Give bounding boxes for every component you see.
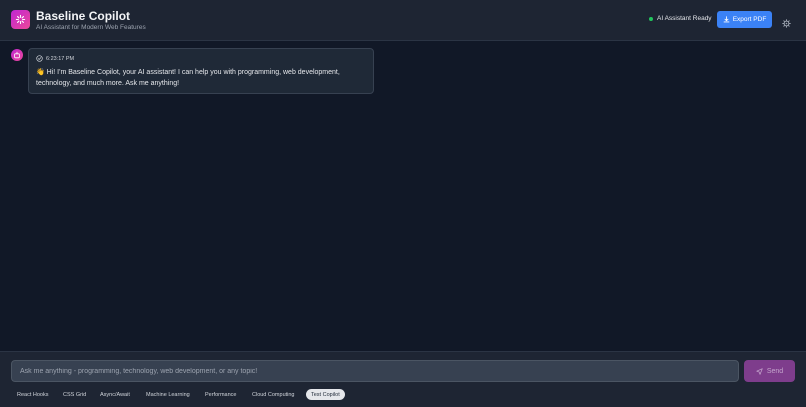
export-pdf-button[interactable]: Export PDF bbox=[717, 11, 772, 28]
app-logo bbox=[11, 10, 30, 29]
chat-input[interactable] bbox=[11, 360, 739, 382]
assistant-avatar bbox=[11, 49, 23, 61]
suggestion-cloud-computing[interactable]: Cloud Computing bbox=[252, 389, 295, 400]
status-dot-icon bbox=[649, 16, 653, 21]
status-label: AI Assistant Ready bbox=[657, 15, 712, 22]
app-subtitle: AI Assistant for Modern Web Features bbox=[36, 24, 146, 31]
suggestion-react-hooks[interactable]: React Hooks bbox=[17, 389, 49, 400]
app-header: Baseline Copilot AI Assistant for Modern… bbox=[0, 0, 806, 41]
bot-icon bbox=[14, 51, 20, 59]
suggestion-css-grid[interactable]: CSS Grid bbox=[63, 389, 86, 400]
assistant-message: 6:23:17 PM 👋 Hi! I'm Baseline Copilot, y… bbox=[28, 48, 374, 94]
suggestion-async-await[interactable]: Async/Await bbox=[100, 389, 130, 400]
suggestion-test-copilot[interactable]: Test Copilot bbox=[306, 389, 345, 400]
download-icon bbox=[723, 16, 730, 23]
export-pdf-label: Export PDF bbox=[732, 16, 767, 23]
settings-gear-icon[interactable] bbox=[782, 15, 791, 28]
message-text: 👋 Hi! I'm Baseline Copilot, your AI assi… bbox=[36, 69, 340, 87]
app-title: Baseline Copilot bbox=[36, 9, 131, 23]
assistant-status: AI Assistant Ready bbox=[649, 15, 712, 22]
check-circle-icon bbox=[36, 55, 43, 62]
send-label: Send bbox=[766, 367, 784, 375]
send-icon bbox=[756, 367, 763, 375]
suggestion-machine-learning[interactable]: Machine Learning bbox=[146, 389, 190, 400]
send-button[interactable]: Send bbox=[744, 360, 795, 382]
message-meta: 6:23:17 PM bbox=[36, 55, 74, 62]
sparkle-icon bbox=[15, 14, 26, 25]
suggestion-performance[interactable]: Performance bbox=[205, 389, 237, 400]
message-timestamp: 6:23:17 PM bbox=[46, 55, 75, 62]
